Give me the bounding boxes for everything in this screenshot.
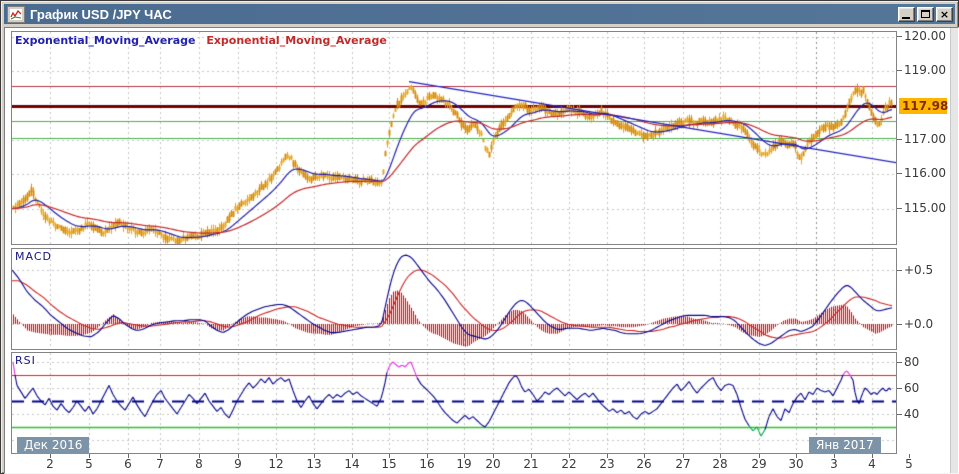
maximize-icon: [921, 9, 930, 18]
legend-ema-slow: Exponential_Moving_Average: [206, 34, 387, 47]
date-tick: [607, 454, 608, 458]
rsi-axis-tick: [897, 388, 902, 389]
price-axis-label: 119.00: [904, 63, 946, 78]
date-tick: [50, 454, 51, 458]
date-label: 22: [561, 457, 577, 471]
date-tick: [276, 454, 277, 458]
date-label: 5: [905, 457, 913, 471]
price-axis-label: 117.00: [904, 131, 946, 146]
price-axis-label: 116.00: [904, 166, 946, 181]
rsi-chart-canvas[interactable]: [12, 353, 896, 453]
price-axis-tick: [897, 138, 902, 140]
macd-chart-canvas[interactable]: [12, 249, 896, 349]
date-tick: [89, 454, 90, 458]
macd-panel[interactable]: MACD: [11, 248, 897, 350]
date-tick: [644, 454, 645, 458]
date-tick: [352, 454, 353, 458]
legend-ema-fast: Exponential_Moving_Average: [15, 34, 196, 47]
date-tick: [759, 454, 760, 458]
macd-label: MACD: [15, 250, 52, 263]
price-axis-label: 115.00: [904, 200, 946, 215]
maximize-button[interactable]: [917, 6, 934, 22]
date-label: 6: [124, 457, 132, 471]
window-title: График USD /JPY ЧАС: [30, 6, 172, 22]
chart-window: График USD /JPY ЧАС × Exponential_Moving…: [0, 0, 959, 474]
minimize-icon: [902, 16, 910, 19]
date-label: 23: [599, 457, 615, 471]
date-tick: [389, 454, 390, 458]
date-label: 12: [268, 457, 284, 471]
chart-client-area: Exponential_Moving_Average Exponential_M…: [4, 27, 959, 474]
date-label: 13: [306, 457, 322, 471]
indicator-legend: Exponential_Moving_Average Exponential_M…: [15, 34, 387, 47]
price-chart-canvas[interactable]: [12, 32, 896, 244]
rsi-axis-label: 60: [904, 381, 920, 395]
rsi-axis-label: 80: [904, 355, 920, 369]
minimize-button[interactable]: [898, 6, 915, 22]
macd-axis-tick: [897, 324, 902, 325]
close-button[interactable]: ×: [936, 6, 953, 22]
rsi-panel[interactable]: RSI: [11, 352, 897, 454]
date-label: 20: [485, 457, 501, 471]
date-label: 16: [419, 457, 435, 471]
window-edge-strip: [950, 28, 958, 473]
month-label-dec2016: Дек 2016: [17, 437, 90, 454]
date-label: 27: [675, 457, 691, 471]
date-tick: [872, 454, 873, 458]
date-label: 19: [456, 457, 472, 471]
macd-axis-label: +0.5: [904, 263, 934, 277]
date-label: 7: [156, 457, 164, 471]
rsi-label: RSI: [15, 354, 36, 367]
price-axis-tick: [897, 36, 902, 37]
price-axis-tick: [897, 173, 902, 175]
date-tick: [238, 454, 239, 458]
rsi-axis-tick: [897, 414, 902, 415]
date-label: 29: [751, 457, 767, 471]
date-tick: [834, 454, 835, 458]
window-controls: ×: [896, 6, 953, 22]
date-label: 28: [712, 457, 728, 471]
date-tick: [160, 454, 161, 458]
date-tick: [720, 454, 721, 458]
date-label: 9: [234, 457, 242, 471]
date-label: 14: [344, 457, 360, 471]
date-label: 30: [788, 457, 804, 471]
date-label: 8: [195, 457, 203, 471]
date-label: 15: [381, 457, 397, 471]
price-axis-tick: [897, 207, 902, 209]
close-icon: ×: [939, 7, 950, 21]
date-tick: [683, 454, 684, 458]
price-axis-label: 120.00: [904, 29, 946, 43]
date-tick: [199, 454, 200, 458]
macd-axis-tick: [897, 270, 902, 271]
rsi-axis-label: 40: [904, 407, 920, 421]
date-label: 3: [830, 457, 838, 471]
date-label: 5: [85, 457, 93, 471]
macd-axis-label: +0.0: [904, 317, 934, 331]
month-label-jan2017: Янв 2017: [809, 437, 881, 454]
date-tick: [569, 454, 570, 458]
current-price-tag: 117.98: [899, 98, 948, 115]
rsi-axis-tick: [897, 362, 902, 363]
date-label: 2: [46, 457, 54, 471]
date-tick: [531, 454, 532, 458]
price-panel[interactable]: Exponential_Moving_Average Exponential_M…: [11, 31, 897, 245]
date-tick: [128, 454, 129, 458]
date-label: 4: [868, 457, 876, 471]
date-tick: [464, 454, 465, 458]
price-axis-tick: [897, 70, 902, 72]
date-label: 21: [523, 457, 539, 471]
date-tick: [796, 454, 797, 458]
chart-icon: [7, 5, 25, 23]
date-tick: [314, 454, 315, 458]
date-tick: [493, 454, 494, 458]
titlebar[interactable]: График USD /JPY ЧАС ×: [4, 4, 955, 24]
date-tick: [427, 454, 428, 458]
date-label: 26: [636, 457, 652, 471]
date-tick: [909, 454, 910, 458]
